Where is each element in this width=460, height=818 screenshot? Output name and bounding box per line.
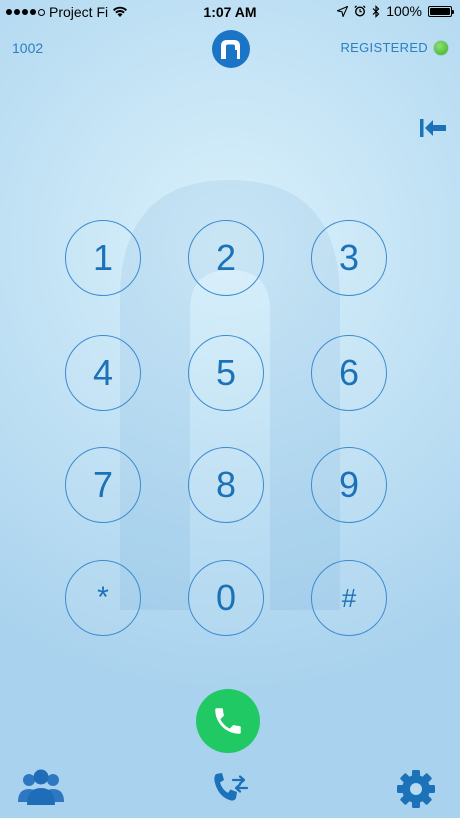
phone-icon [215, 708, 241, 734]
key-hash[interactable]: # [311, 560, 387, 636]
key-1[interactable]: 1 [65, 220, 141, 296]
key-6[interactable]: 6 [311, 335, 387, 411]
key-4[interactable]: 4 [65, 335, 141, 411]
key-2[interactable]: 2 [188, 220, 264, 296]
key-5[interactable]: 5 [188, 335, 264, 411]
call-transfer-icon[interactable] [211, 770, 251, 806]
key-9[interactable]: 9 [311, 447, 387, 523]
key-3[interactable]: 3 [311, 220, 387, 296]
key-8[interactable]: 8 [188, 447, 264, 523]
key-7[interactable]: 7 [65, 447, 141, 523]
gear-icon[interactable] [396, 769, 436, 809]
contacts-icon[interactable] [16, 768, 66, 806]
call-button[interactable] [196, 689, 260, 753]
key-star[interactable]: * [65, 560, 141, 636]
key-0[interactable]: 0 [188, 560, 264, 636]
